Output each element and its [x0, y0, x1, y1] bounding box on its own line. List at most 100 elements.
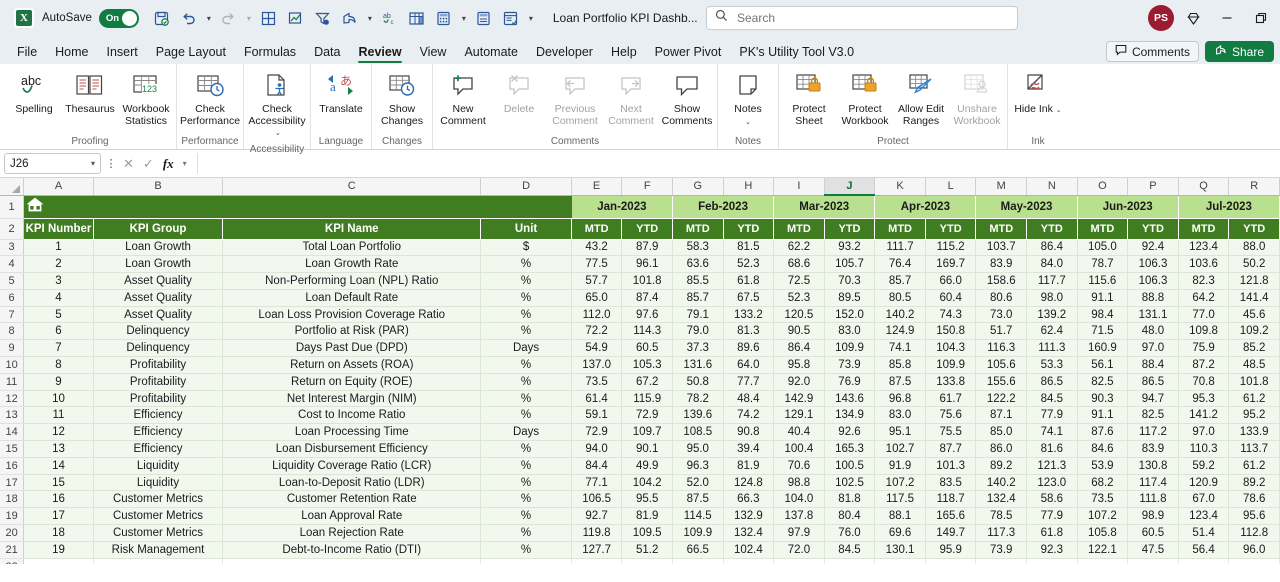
value-cell[interactable]: 91.1 — [1077, 406, 1129, 425]
show-comments-button[interactable]: Show Comments — [659, 67, 715, 129]
value-cell[interactable]: 69.6 — [874, 524, 926, 542]
value-cell[interactable]: 155.6 — [975, 373, 1028, 391]
value-cell[interactable]: 82.3 — [1178, 272, 1230, 290]
kpi-name-cell[interactable]: Loan Default Rate — [222, 289, 482, 307]
kpi-group-cell[interactable]: Profitability — [93, 390, 224, 408]
column-header-p[interactable]: P — [1127, 178, 1179, 196]
value-cell[interactable]: 61.4 — [571, 390, 623, 408]
value-cell[interactable]: 52.3 — [723, 255, 775, 274]
empty-cell[interactable] — [672, 558, 724, 564]
value-cell[interactable]: 117.2 — [1127, 423, 1179, 442]
value-cell[interactable]: 108.5 — [672, 423, 724, 442]
value-cell[interactable]: 77.7 — [723, 373, 775, 391]
value-cell[interactable]: 66.0 — [925, 272, 977, 290]
kpi-name-cell[interactable]: Loan Approval Rate — [222, 507, 482, 526]
kpi-name-cell[interactable]: Liquidity Coverage Ratio (LCR) — [222, 457, 482, 475]
value-cell[interactable]: 123.0 — [1026, 474, 1078, 492]
value-cell[interactable]: 66.3 — [723, 490, 775, 509]
value-cell[interactable]: 109.9 — [824, 339, 876, 358]
value-cell[interactable]: 87.5 — [672, 490, 724, 509]
chevron-down-icon[interactable]: ⌄ — [273, 130, 281, 137]
value-cell[interactable]: 95.6 — [1228, 507, 1280, 526]
value-cell[interactable]: 72.5 — [773, 272, 825, 290]
value-cell[interactable]: 104.3 — [925, 339, 977, 358]
value-cell[interactable]: 73.5 — [1077, 490, 1129, 509]
value-cell[interactable]: 101.3 — [925, 457, 977, 475]
value-cell[interactable]: 43.2 — [571, 239, 623, 257]
value-cell[interactable]: 124.8 — [723, 474, 775, 492]
kpi-group-cell[interactable]: Loan Growth — [93, 255, 224, 274]
unit-cell[interactable]: % — [480, 373, 572, 391]
column-header-f[interactable]: F — [621, 178, 673, 196]
search-input[interactable] — [735, 10, 1009, 26]
value-cell[interactable]: 58.3 — [672, 239, 724, 257]
kpi-group-cell[interactable]: Delinquency — [93, 339, 224, 358]
column-header-c[interactable]: C — [222, 178, 482, 196]
value-cell[interactable]: 165.6 — [925, 507, 977, 526]
empty-cell[interactable] — [1127, 558, 1179, 564]
value-cell[interactable]: 102.4 — [723, 541, 775, 559]
value-cell[interactable]: 48.5 — [1228, 356, 1280, 374]
value-cell[interactable]: 81.8 — [824, 490, 876, 509]
kpi-group-cell[interactable]: Customer Metrics — [93, 507, 224, 526]
column-header-i[interactable]: I — [773, 178, 825, 196]
empty-cell[interactable] — [621, 558, 673, 564]
row-header-19[interactable]: 19 — [0, 507, 25, 526]
value-cell[interactable]: 97.0 — [1127, 339, 1179, 358]
empty-cell[interactable] — [1228, 558, 1280, 564]
name-box[interactable]: J26 ▾ — [4, 153, 101, 174]
tab-view[interactable]: View — [411, 42, 456, 64]
value-cell[interactable]: 105.3 — [621, 356, 673, 374]
value-cell[interactable]: 75.5 — [925, 423, 977, 442]
value-cell[interactable]: 39.4 — [723, 440, 775, 458]
value-cell[interactable]: 88.4 — [1127, 356, 1179, 374]
value-cell[interactable]: 123.4 — [1178, 239, 1230, 257]
kpi-name-cell[interactable]: Net Interest Margin (NIM) — [222, 390, 482, 408]
kpi-number-cell[interactable]: 2 — [23, 255, 94, 274]
undo-icon[interactable] — [176, 5, 202, 31]
empty-cell[interactable] — [222, 558, 482, 564]
row-header-12[interactable]: 12 — [0, 390, 25, 408]
spelling-icon[interactable]: ab c — [377, 5, 403, 31]
row-header-9[interactable]: 9 — [0, 339, 25, 358]
value-cell[interactable]: 48.0 — [1127, 322, 1179, 341]
value-cell[interactable]: 78.7 — [1077, 255, 1129, 274]
value-cell[interactable]: 81.9 — [621, 507, 673, 526]
value-cell[interactable]: 72.2 — [571, 322, 623, 341]
chevron-down-icon[interactable]: ▾ — [91, 159, 95, 168]
search-box[interactable] — [706, 6, 1018, 30]
formula-expand-chevron-down-icon[interactable]: ▾ — [183, 159, 187, 168]
value-cell[interactable]: 95.1 — [874, 423, 926, 442]
value-cell[interactable]: 84.6 — [1077, 440, 1129, 458]
value-cell[interactable]: 70.8 — [1178, 373, 1230, 391]
kpi-name-cell[interactable]: Total Loan Portfolio — [222, 239, 482, 257]
spelling-button[interactable]: abc Spelling — [6, 67, 62, 127]
value-cell[interactable]: 95.3 — [1178, 390, 1230, 408]
tab-file[interactable]: File — [8, 42, 46, 64]
value-cell[interactable]: 86.5 — [1026, 373, 1078, 391]
value-cell[interactable]: 83.9 — [1127, 440, 1179, 458]
empty-cell[interactable] — [480, 558, 572, 564]
value-cell[interactable]: 47.5 — [1127, 541, 1179, 559]
value-cell[interactable]: 76.9 — [824, 373, 876, 391]
value-cell[interactable]: 73.9 — [975, 541, 1028, 559]
value-cell[interactable]: 90.3 — [1077, 390, 1129, 408]
kpi-number-cell[interactable]: 18 — [23, 524, 94, 542]
kpi-number-cell[interactable]: 11 — [23, 406, 94, 425]
value-cell[interactable]: 85.0 — [975, 423, 1028, 442]
value-cell[interactable]: 59.2 — [1178, 457, 1230, 475]
value-cell[interactable]: 80.6 — [975, 289, 1028, 307]
value-cell[interactable]: 109.9 — [672, 524, 724, 542]
form-icon[interactable] — [498, 5, 524, 31]
column-header-d[interactable]: D — [480, 178, 572, 196]
value-cell[interactable]: 121.8 — [1228, 272, 1280, 290]
kpi-group-cell[interactable]: Customer Metrics — [93, 490, 224, 509]
value-cell[interactable]: 160.9 — [1077, 339, 1129, 358]
insert-function-icon[interactable]: fx — [163, 156, 174, 172]
value-cell[interactable]: 61.2 — [1228, 390, 1280, 408]
value-cell[interactable]: 84.0 — [1026, 255, 1078, 274]
value-cell[interactable]: 79.0 — [672, 322, 724, 341]
unit-cell[interactable]: Days — [480, 339, 572, 358]
value-cell[interactable]: 105.6 — [975, 356, 1028, 374]
value-cell[interactable]: 78.2 — [672, 390, 724, 408]
